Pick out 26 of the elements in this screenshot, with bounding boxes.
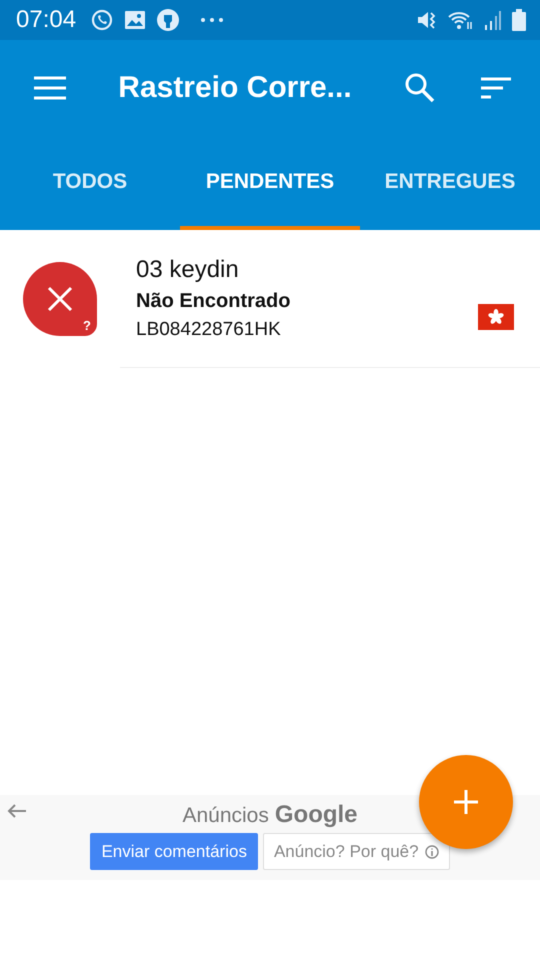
tab[interactable]: ENTREGUES (360, 135, 540, 230)
package-status: Não Encontrado (136, 290, 292, 313)
signal-icon (484, 10, 502, 30)
more-icon (200, 17, 224, 23)
tab[interactable]: PENDENTES (180, 135, 360, 230)
app-title: Rastreio Corre... (117, 70, 353, 104)
tracking-code: LB084228761HK (136, 319, 282, 341)
wifi-icon (448, 10, 474, 30)
package-name: 03 keydin (136, 256, 240, 284)
chat-icon (90, 8, 114, 32)
plus-icon (453, 789, 479, 815)
x-icon (46, 285, 74, 313)
info-icon (424, 844, 439, 858)
why-ad-button[interactable]: Anúncio? Por quê? (262, 833, 450, 870)
add-button[interactable] (419, 755, 513, 849)
feedback-button[interactable]: Enviar comentários (90, 833, 258, 870)
ads-label: Anúncios (182, 804, 269, 828)
battery-icon (512, 9, 526, 31)
image-icon (124, 10, 146, 30)
tab[interactable]: TODOS (0, 135, 180, 230)
question-mark-label: ? (83, 318, 91, 333)
flag-icon (478, 304, 514, 330)
status-time: 07:04 (16, 6, 76, 34)
back-icon[interactable] (7, 803, 27, 819)
google-logo: Google (274, 801, 358, 829)
mute-icon (416, 9, 438, 31)
